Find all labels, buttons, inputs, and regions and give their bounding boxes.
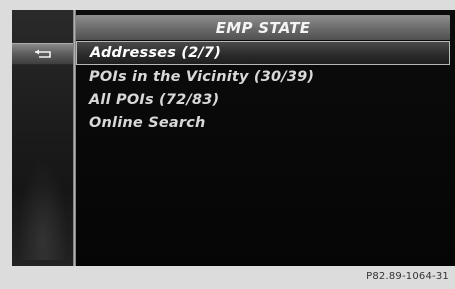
menu-list: Addresses (2/7) POIs in the Vicinity (30…: [76, 41, 450, 134]
menu-item-all-pois[interactable]: All POIs (72/83): [76, 88, 450, 111]
menu-item-pois-in-vicinity[interactable]: POIs in the Vicinity (30/39): [76, 65, 450, 88]
back-button[interactable]: [12, 43, 73, 65]
left-control-column: [12, 10, 73, 266]
menu-item-online-search[interactable]: Online Search: [76, 111, 450, 134]
image-reference-code: P82.89-1064-31: [366, 271, 449, 282]
menu-item-addresses[interactable]: Addresses (2/7): [76, 41, 450, 65]
navigation-screen: EMP STATE Addresses (2/7) POIs in the Vi…: [12, 10, 455, 266]
back-arrow-icon: [34, 49, 51, 58]
page-title: EMP STATE: [76, 15, 450, 40]
main-panel: EMP STATE Addresses (2/7) POIs in the Vi…: [76, 10, 455, 266]
